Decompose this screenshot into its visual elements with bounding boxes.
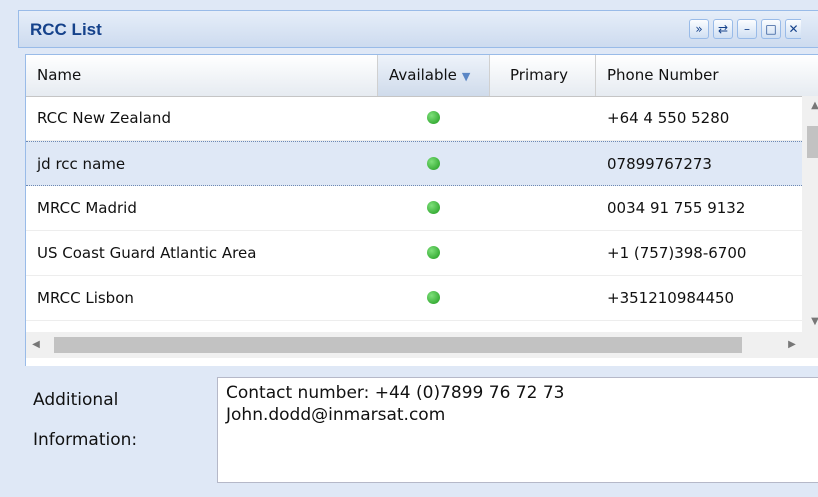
cell-name: US Coast Guard Atlantic Area — [37, 244, 257, 262]
table-row[interactable]: Netherlands CG +31 223 542300 — [26, 321, 802, 332]
table-row[interactable]: US Coast Guard Atlantic Area +1 (757)398-… — [26, 231, 802, 276]
cell-phone: 0034 91 755 9132 — [607, 199, 746, 217]
additional-information-label: Additional Information: — [33, 380, 183, 460]
rcc-grid: Name Available ▼ Primary Phone Number RCC… — [25, 54, 818, 366]
cell-primary — [490, 231, 596, 275]
refresh-icon[interactable]: ⇄ — [713, 19, 733, 39]
column-header-label: Primary — [510, 66, 568, 84]
scroll-up-icon[interactable]: ▲ — [802, 96, 818, 116]
minimize-icon[interactable]: – — [737, 19, 757, 39]
cell-name: Netherlands CG — [26, 321, 378, 332]
label-line: Additional — [33, 390, 119, 410]
cell-primary — [490, 321, 596, 332]
column-header-phone[interactable]: Phone Number — [596, 55, 818, 96]
scroll-down-icon[interactable]: ▼ — [802, 312, 818, 332]
table-row[interactable]: jd rcc name 07899767273 — [26, 141, 802, 186]
column-header-available[interactable]: Available ▼ — [378, 55, 490, 96]
cell-phone: +31 223 542300 — [596, 321, 802, 332]
cell-primary — [490, 276, 596, 320]
table-row[interactable]: MRCC Madrid 0034 91 755 9132 — [26, 186, 802, 231]
column-header-name[interactable]: Name — [26, 55, 378, 96]
cell-name: jd rcc name — [37, 155, 126, 173]
cell-phone: +64 4 550 5280 — [607, 109, 730, 127]
additional-information-field[interactable]: Contact number: +44 (0)7899 76 72 73 Joh… — [217, 377, 818, 483]
column-header-label: Phone Number — [607, 66, 719, 84]
available-status-icon — [427, 201, 440, 214]
horizontal-scrollbar[interactable]: ◀ ▶ — [26, 332, 802, 358]
cell-primary — [490, 142, 596, 186]
sort-desc-icon: ▼ — [461, 70, 471, 83]
table-row[interactable]: MRCC Lisbon +351210984450 — [26, 276, 802, 321]
cell-phone: +1 (757)398-6700 — [607, 244, 747, 262]
cell-name: MRCC Madrid — [37, 199, 137, 217]
vertical-scroll-thumb[interactable] — [807, 126, 818, 158]
cell-name: RCC New Zealand — [37, 109, 171, 127]
table-row[interactable]: RCC New Zealand +64 4 550 5280 — [26, 96, 802, 141]
grid-header: Name Available ▼ Primary Phone Number — [26, 55, 818, 97]
horizontal-scroll-thumb[interactable] — [54, 337, 742, 353]
available-status-icon — [427, 157, 440, 170]
panel-title: RCC List — [30, 20, 102, 39]
available-status-icon — [427, 246, 440, 259]
cell-phone: +351210984450 — [607, 289, 735, 307]
scroll-right-icon[interactable]: ▶ — [782, 332, 802, 358]
vertical-scrollbar[interactable]: ▲ ▼ — [802, 96, 818, 332]
close-icon[interactable]: ✕ — [785, 19, 801, 39]
collapse-icon[interactable]: » — [689, 19, 709, 39]
column-header-label: Name — [37, 66, 82, 84]
column-header-primary[interactable]: Primary — [490, 55, 596, 96]
column-header-label: Available — [389, 66, 457, 84]
available-status-icon — [427, 111, 440, 124]
cell-primary — [490, 96, 596, 140]
rcc-list-panel: RCC List » ⇄ – □ ✕ Name Available ▼ Prima… — [0, 0, 818, 497]
panel-titlebar: RCC List » ⇄ – □ ✕ — [18, 10, 818, 48]
available-status-icon — [427, 291, 440, 304]
cell-phone: 07899767273 — [607, 155, 712, 173]
scrollbar-corner — [802, 332, 818, 358]
grid-body: RCC New Zealand +64 4 550 5280 jd rcc name… — [26, 96, 802, 332]
label-line: Information: — [33, 430, 138, 450]
cell-primary — [490, 186, 596, 230]
cell-name: MRCC Lisbon — [37, 289, 134, 307]
maximize-icon[interactable]: □ — [761, 19, 781, 39]
scroll-left-icon[interactable]: ◀ — [26, 332, 46, 358]
